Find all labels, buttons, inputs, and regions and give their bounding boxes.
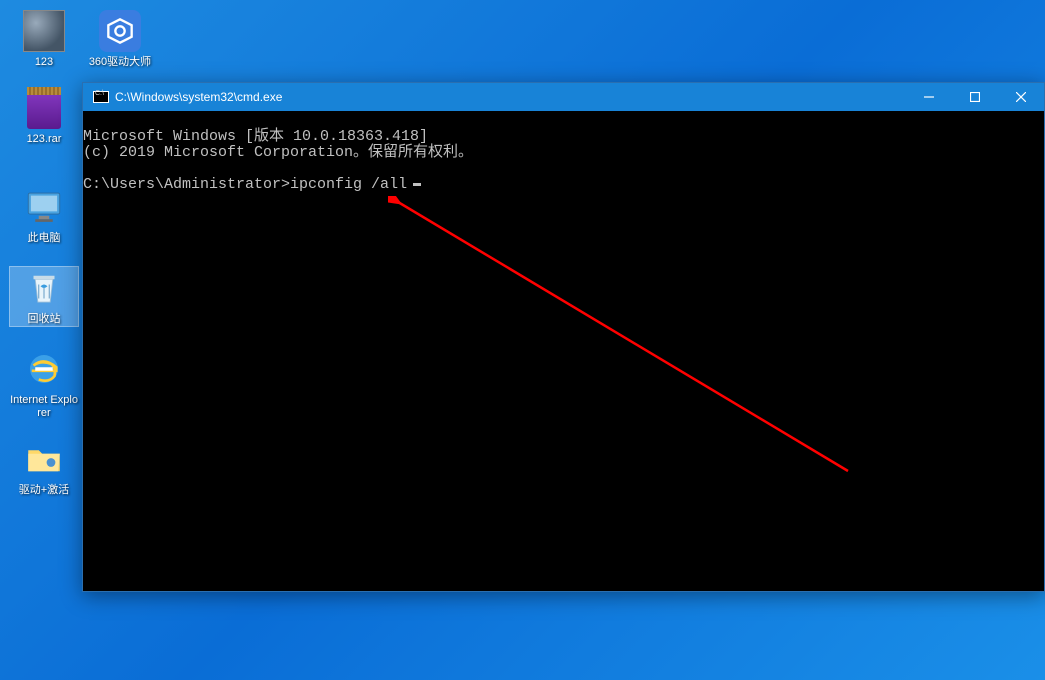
cmd-cursor <box>413 183 421 186</box>
gear-app-icon <box>99 10 141 52</box>
desktop-icon-label: 回收站 <box>28 313 61 326</box>
rar-archive-icon <box>27 87 61 129</box>
desktop-icon-123-image[interactable]: 123 <box>10 10 78 69</box>
cmd-window: C:\Windows\system32\cmd.exe Microsoft Wi… <box>82 82 1045 592</box>
folder-icon <box>23 438 65 480</box>
desktop-icon-label: 360驱动大师 <box>89 56 151 69</box>
desktop-icon-label: 此电脑 <box>28 232 61 245</box>
maximize-button[interactable] <box>952 83 998 111</box>
desktop-icon-label: 123 <box>35 56 53 69</box>
desktop-icon-rar[interactable]: 123.rar <box>10 87 78 146</box>
desktop: 123 123.rar 此电脑 回收站 Internet Explorer 驱动… <box>0 0 88 525</box>
window-controls <box>906 83 1044 111</box>
cmd-typed-command: ipconfig /all <box>290 176 407 193</box>
internet-explorer-icon <box>23 348 65 390</box>
desktop-icon-driver-folder[interactable]: 驱动+激活 <box>10 438 78 497</box>
desktop-icon-label: 驱动+激活 <box>19 484 69 497</box>
annotation-arrow <box>388 196 868 486</box>
desktop-icon-ie[interactable]: Internet Explorer <box>10 348 78 420</box>
desktop-icon-recycle-bin[interactable]: 回收站 <box>10 267 78 326</box>
cmd-prompt-prefix: C:\Users\Administrator> <box>83 176 290 193</box>
cmd-window-title: C:\Windows\system32\cmd.exe <box>115 90 906 104</box>
desktop-icon-label: Internet Explorer <box>10 394 78 420</box>
image-thumbnail-icon <box>23 10 65 52</box>
cmd-prompt-line: C:\Users\Administrator>ipconfig /all <box>83 176 421 193</box>
desktop-icon-360-driver[interactable]: 360驱动大师 <box>86 10 154 69</box>
cmd-copyright-line: (c) 2019 Microsoft Corporation。保留所有权利。 <box>83 144 473 161</box>
recycle-bin-icon <box>23 267 65 309</box>
close-button[interactable] <box>998 83 1044 111</box>
cmd-output-area[interactable]: Microsoft Windows [版本 10.0.18363.418] (c… <box>83 111 1044 591</box>
cmd-system-icon <box>93 91 109 103</box>
minimize-button[interactable] <box>906 83 952 111</box>
desktop-icon-this-pc[interactable]: 此电脑 <box>10 186 78 245</box>
cmd-version-line: Microsoft Windows [版本 10.0.18363.418] <box>83 128 428 145</box>
monitor-icon <box>23 186 65 228</box>
desktop-icon-label: 123.rar <box>27 133 62 146</box>
cmd-titlebar[interactable]: C:\Windows\system32\cmd.exe <box>83 83 1044 111</box>
